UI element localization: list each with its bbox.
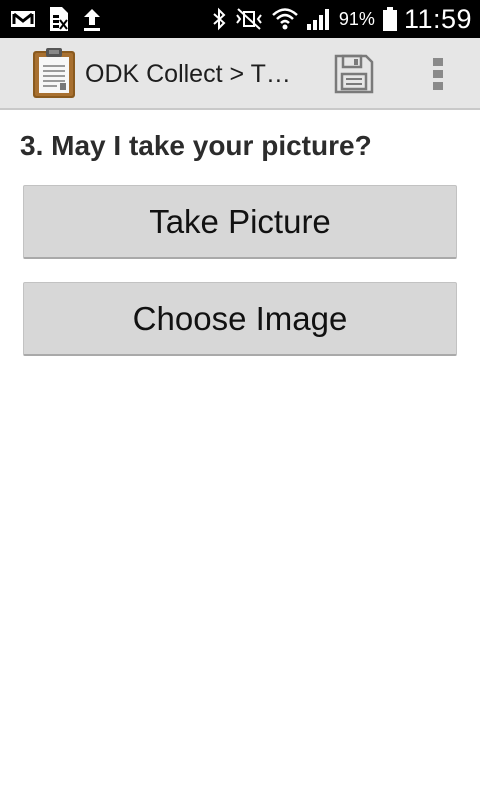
status-bar-right: 91% 11:59 [204,2,472,36]
overflow-menu-icon[interactable] [426,52,450,96]
choose-image-button[interactable]: Choose Image [23,282,457,356]
battery-percent: 91% [338,8,375,29]
overflow-dot [433,82,443,90]
action-bar: ODK Collect > T… [0,38,480,110]
sim-card-icon [50,7,68,31]
mute-vibrate-icon [236,8,262,30]
battery-icon [382,7,397,31]
status-bar-left [10,5,102,33]
action-bar-title: ODK Collect > T… [85,60,291,88]
upload-icon [84,9,100,31]
status-bar-clock: 11:59 [403,3,472,34]
signal-icon [306,9,329,30]
clipboard-app-icon[interactable] [32,47,76,99]
take-picture-button[interactable]: Take Picture [23,185,457,259]
wifi-icon [272,8,298,30]
bluetooth-icon [213,7,226,31]
overflow-dot [433,58,443,66]
question-label: 3. May I take your picture? [20,130,372,161]
gmail-icon [11,11,35,27]
status-bar: 91% 11:59 [0,0,480,38]
overflow-dot [433,70,443,78]
save-icon[interactable] [333,53,375,95]
